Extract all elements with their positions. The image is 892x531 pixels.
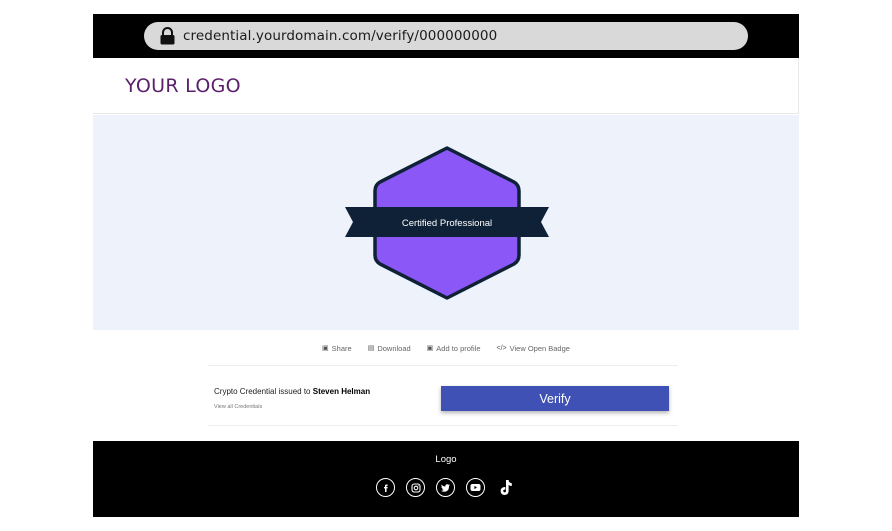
badge-hero: Certified Professional — [93, 115, 799, 330]
share-action[interactable]: ▣ Share — [322, 340, 352, 356]
add-to-profile-label: Add to profile — [436, 343, 481, 353]
code-icon: </> — [496, 344, 507, 352]
download-label: Download — [377, 343, 411, 353]
youtube-icon[interactable] — [466, 478, 485, 497]
linkedin-icon: ▣ — [426, 345, 434, 352]
add-to-profile-action[interactable]: ▣ Add to profile — [427, 340, 481, 356]
address-bar-url: credential.yourdomain.com/verify/0000000… — [183, 28, 498, 44]
share-label: Share — [331, 343, 352, 353]
divider — [208, 365, 678, 366]
recipient-name: Steven Helman — [312, 387, 371, 396]
tiktok-icon[interactable] — [496, 478, 515, 497]
browser-chrome: credential.yourdomain.com/verify/0000000… — [93, 14, 799, 58]
instagram-icon[interactable] — [406, 478, 425, 497]
social-links — [376, 478, 515, 497]
credential-actions: ▣ Share ▤ Download ▣ Add to profile </> … — [93, 340, 799, 356]
verify-button[interactable]: Verify — [441, 386, 669, 411]
site-logo[interactable]: YOUR LOGO — [125, 75, 241, 97]
download-action[interactable]: ▤ Download — [368, 340, 411, 356]
share-icon: ▣ — [322, 345, 329, 352]
view-open-badge-label: View Open Badge — [509, 343, 570, 353]
issued-to-text: Crypto Credential issued to Steven Helma… — [214, 387, 370, 396]
credential-badge: Certified Professional — [345, 146, 549, 300]
issued-prefix: Crypto Credential issued to — [214, 387, 311, 396]
twitter-icon[interactable] — [436, 478, 455, 497]
address-bar[interactable]: credential.yourdomain.com/verify/0000000… — [144, 22, 748, 50]
page-frame: credential.yourdomain.com/verify/0000000… — [93, 14, 799, 517]
footer-logo: Logo — [435, 454, 457, 465]
divider — [208, 425, 678, 426]
lock-icon — [160, 27, 175, 45]
facebook-icon[interactable] — [376, 478, 395, 497]
badge-ribbon-text: Certified Professional — [402, 218, 492, 229]
site-footer: Logo — [93, 441, 799, 517]
view-open-badge-action[interactable]: </> View Open Badge — [497, 340, 570, 356]
site-header: YOUR LOGO — [93, 58, 799, 114]
view-all-credentials-link[interactable]: View all Credentials — [214, 404, 262, 410]
download-icon: ▤ — [367, 345, 375, 352]
